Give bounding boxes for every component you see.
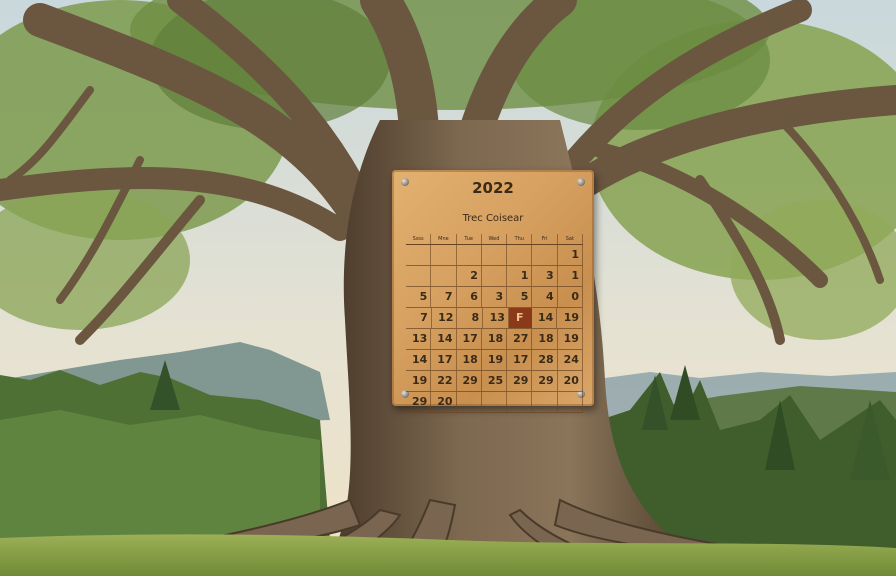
calendar-day [457,245,482,265]
calendar-day: 19 [557,308,584,328]
calendar-day: 29 [406,392,432,412]
calendar-year: 2022 [472,179,514,197]
calendar-day: 1 [558,266,583,286]
calendar-day: 17 [507,350,533,370]
calendar-day: 19 [406,371,432,391]
calendar-day [431,266,457,286]
calendar-week-row: 14 17 18 19 17 28 24 [406,350,583,371]
weekday-header: Tue [457,234,482,244]
calendar-day: 6 [457,287,482,307]
calendar-day: 29 [532,371,558,391]
calendar-day: 27 [507,329,533,349]
calendar-day [482,266,508,286]
calendar-day: 20 [431,392,457,412]
weekday-header: Thu [507,234,533,244]
calendar-day [482,245,508,265]
calendar-day-highlighted: F [508,308,532,328]
weekday-header: Fri [532,234,558,244]
calendar-day: 19 [558,329,583,349]
calendar-day [532,392,558,412]
calendar-day: 14 [406,350,432,370]
calendar-day [532,245,558,265]
calendar-day: 17 [457,329,482,349]
calendar-day: 29 [457,371,482,391]
calendar-week-row: 2 131 [406,266,583,287]
calendar-day: 4 [532,287,558,307]
weekday-header: Sat [558,234,583,244]
calendar-grid: Ssss Mne Tue Wed Thu Fri Sat 12131576354… [406,234,584,413]
calendar-day: 13 [483,308,509,328]
calendar-title: Trec Coisear [462,213,524,224]
weekday-header: Ssss [406,234,432,244]
calendar-day: 20 [558,371,583,391]
calendar-day [406,266,432,286]
calendar-day: 18 [482,329,508,349]
calendar-day: 24 [558,350,583,370]
calendar-day: 18 [457,350,482,370]
calendar-day [558,392,583,412]
calendar-day: 7 [431,287,457,307]
calendar-day: 17 [431,350,457,370]
calendar-week-row: 29 20 [406,392,583,413]
calendar-day: 7 [406,308,432,328]
calendar-week-row: 5763540 [406,287,583,308]
calendar-day: 19 [482,350,508,370]
calendar-week-row: 1 [406,245,583,266]
calendar-day [406,245,432,265]
calendar-day: 5 [406,287,432,307]
weekday-header: Mne [431,234,457,244]
calendar-day [507,245,533,265]
calendar-day [482,392,508,412]
calendar-week-row: 13 14 17 18 27 18 19 [406,329,583,350]
calendar-day: 8 [457,308,484,328]
calendar-weeks: 1 2 1 3 1 5 7 6 3 5 4 0 7 12 8 13 F 14 19 13 14 17 18 27 18 19 14 1… [406,245,584,413]
calendar-day [457,392,482,412]
calendar-day: 14 [431,329,457,349]
calendar-day: 14 [532,308,558,328]
calendar-day: 25 [482,371,508,391]
weekday-header-row: Ssss Mne Tue Wed Thu Fri Sat [406,234,583,245]
calendar-day [431,245,457,265]
weekday-header: Wed [482,234,508,244]
calendar-day: 12 [432,308,458,328]
calendar-day: 0 [558,287,583,307]
calendar-day: 18 [532,329,558,349]
wooden-calendar-plaque: 2022 Trec Coisear Ssss Mne Tue Wed Thu F… [392,170,594,413]
calendar-week-row: 19 22 29 25 29 29 20 [406,371,583,392]
calendar-week-row: 7 12 8 13 F 14 19 [406,308,584,329]
calendar-day: 2 [457,266,482,286]
calendar-day: 13 [406,329,432,349]
calendar-day: 3 [532,266,558,286]
calendar-day: 1 [507,266,533,286]
calendar-day [507,392,533,412]
calendar-day: 5 [507,287,533,307]
calendar-day: 29 [507,371,533,391]
calendar-day: 28 [532,350,558,370]
calendar-day: 1 [558,245,583,265]
calendar-day: 3 [482,287,508,307]
calendar-day: 22 [431,371,457,391]
